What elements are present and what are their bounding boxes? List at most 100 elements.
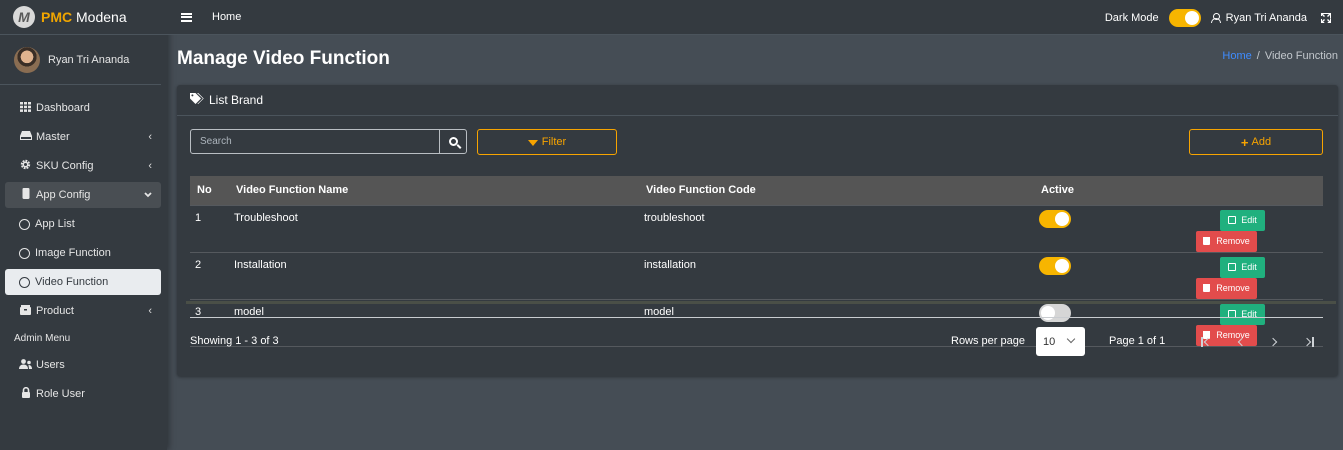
sidebar-item-label: Image Function: [35, 247, 111, 259]
brand-logo: M: [13, 6, 35, 28]
sidebar-item-sku-config[interactable]: SKU Config ‹: [5, 153, 161, 179]
circle-icon: [19, 276, 30, 288]
next-page-button[interactable]: [1266, 334, 1282, 350]
user-panel[interactable]: Ryan Tri Ananda: [0, 35, 161, 85]
sidebar-item-video-function[interactable]: Video Function: [5, 269, 161, 295]
users-icon: [19, 358, 32, 372]
card-title: List Brand: [209, 93, 264, 107]
gear-icon: [19, 159, 32, 173]
filter-label: Filter: [541, 136, 567, 148]
first-page-icon: [1201, 337, 1213, 347]
sidebar-item-label: Product: [36, 305, 74, 317]
avatar: [14, 46, 40, 73]
cell-no: 1: [195, 211, 202, 224]
edit-icon: [1228, 216, 1237, 224]
sidebar-item-label: App Config: [36, 189, 91, 201]
cell-active: [1034, 205, 1189, 252]
sidebar-item-users[interactable]: Users: [5, 352, 161, 378]
cell-actions: Edit Remove: [1189, 205, 1323, 252]
top-right-controls: Dark Mode Ryan Tri Ananda: [1105, 0, 1331, 35]
cell-code: troubleshoot: [644, 211, 705, 224]
dark-mode-label: Dark Mode: [1104, 11, 1159, 24]
column-header-code[interactable]: Video Function Code: [639, 176, 1034, 205]
brand[interactable]: M PMC Modena: [0, 0, 167, 35]
last-page-button[interactable]: [1301, 334, 1317, 350]
dark-mode-toggle[interactable]: [1168, 8, 1201, 27]
search-button[interactable]: [439, 130, 466, 153]
brand-text: PMC Modena: [41, 9, 127, 25]
hamburger-menu-icon[interactable]: [181, 12, 192, 22]
sidebar-item-role-user[interactable]: Role User: [5, 381, 161, 407]
sidebar-item-master[interactable]: Master ‹: [5, 124, 161, 150]
sidebar-item-image-function[interactable]: Image Function: [5, 240, 161, 266]
edit-icon: [1228, 263, 1237, 271]
circle-icon: [19, 218, 30, 230]
showing-count: Showing 1 - 3 of 3: [190, 335, 279, 347]
chevron-left-icon: [1237, 337, 1247, 347]
sidebar-item-label: Dashboard: [36, 102, 90, 114]
active-toggle[interactable]: [1039, 303, 1071, 322]
sidebar: M PMC Modena Ryan Tri Ananda Dashboard M…: [0, 0, 167, 450]
last-page-icon: [1302, 337, 1314, 347]
filter-button[interactable]: Filter: [477, 129, 617, 155]
box-icon: [19, 304, 32, 318]
edit-button[interactable]: Edit: [1220, 303, 1265, 325]
first-page-button[interactable]: [1198, 334, 1214, 350]
add-button[interactable]: + Add: [1189, 129, 1323, 155]
chevron-right-icon: [1268, 337, 1278, 347]
table-row: 2 Installation installation Edit Remove: [190, 252, 1323, 299]
trash-icon: [1203, 237, 1211, 245]
top-navbar: Home Dark Mode Ryan Tri Ananda: [167, 0, 1343, 35]
table-header-row: No Video Function Name Video Function Co…: [190, 176, 1323, 205]
cell-name: model: [234, 305, 264, 318]
breadcrumb-home[interactable]: Home: [1222, 50, 1251, 62]
sidebar-item-label: SKU Config: [36, 160, 94, 172]
plus-icon: +: [1240, 134, 1249, 150]
chevron-left-icon: ‹: [148, 131, 152, 143]
active-toggle[interactable]: [1039, 256, 1071, 275]
chevron-down-icon: [144, 189, 152, 201]
edit-button[interactable]: Edit: [1220, 209, 1265, 231]
admin-menu-header: Admin Menu: [14, 332, 71, 344]
column-header-active[interactable]: Active: [1034, 176, 1189, 205]
sidebar-item-product[interactable]: Product ‹: [5, 298, 161, 324]
filter-icon: [527, 140, 538, 146]
rows-per-page-select[interactable]: 10: [1036, 327, 1085, 356]
breadcrumb-current: Video Function: [1264, 50, 1338, 62]
active-toggle[interactable]: [1039, 209, 1071, 228]
sidebar-item-app-config[interactable]: App Config: [5, 182, 161, 208]
sidebar-item-label: Role User: [36, 388, 85, 400]
fullscreen-icon[interactable]: [1321, 12, 1331, 23]
chevron-down-icon: [1066, 334, 1076, 344]
column-header-actions: [1189, 176, 1323, 205]
sidebar-nav: Dashboard Master ‹ SKU Config ‹ App Conf…: [5, 95, 161, 410]
edit-label: Edit: [1241, 262, 1257, 272]
sidebar-item-dashboard[interactable]: Dashboard: [5, 95, 161, 121]
drive-icon: [19, 131, 32, 143]
chevron-left-icon: ‹: [148, 160, 152, 172]
tags-icon: [190, 93, 205, 107]
prev-page-button[interactable]: [1233, 334, 1249, 350]
cell-name: Installation: [234, 258, 287, 271]
cell-name: Troubleshoot: [234, 211, 298, 224]
edit-button[interactable]: Edit: [1220, 256, 1265, 278]
cell-active: [1034, 252, 1189, 299]
brand-name: Modena: [76, 9, 127, 25]
remove-button[interactable]: Remove: [1196, 230, 1257, 252]
cell-no: 2: [195, 258, 202, 271]
top-user-name[interactable]: Ryan Tri Ananda: [1226, 12, 1307, 24]
remove-button[interactable]: Remove: [1196, 277, 1257, 299]
remove-label: Remove: [1216, 283, 1250, 293]
brand-prefix: PMC: [41, 9, 73, 25]
column-header-name[interactable]: Video Function Name: [229, 176, 639, 205]
edit-label: Edit: [1241, 215, 1257, 225]
top-home-link[interactable]: Home: [212, 11, 241, 23]
page-info: Page 1 of 1: [1109, 335, 1166, 347]
column-header-no[interactable]: No: [190, 176, 229, 205]
remove-label: Remove: [1216, 236, 1250, 246]
lock-icon: [19, 386, 32, 401]
table-scrollbar[interactable]: [186, 301, 1336, 304]
search-input[interactable]: Search: [191, 130, 439, 153]
chevron-left-icon: ‹: [148, 305, 152, 317]
sidebar-item-app-list[interactable]: App List: [5, 211, 161, 237]
